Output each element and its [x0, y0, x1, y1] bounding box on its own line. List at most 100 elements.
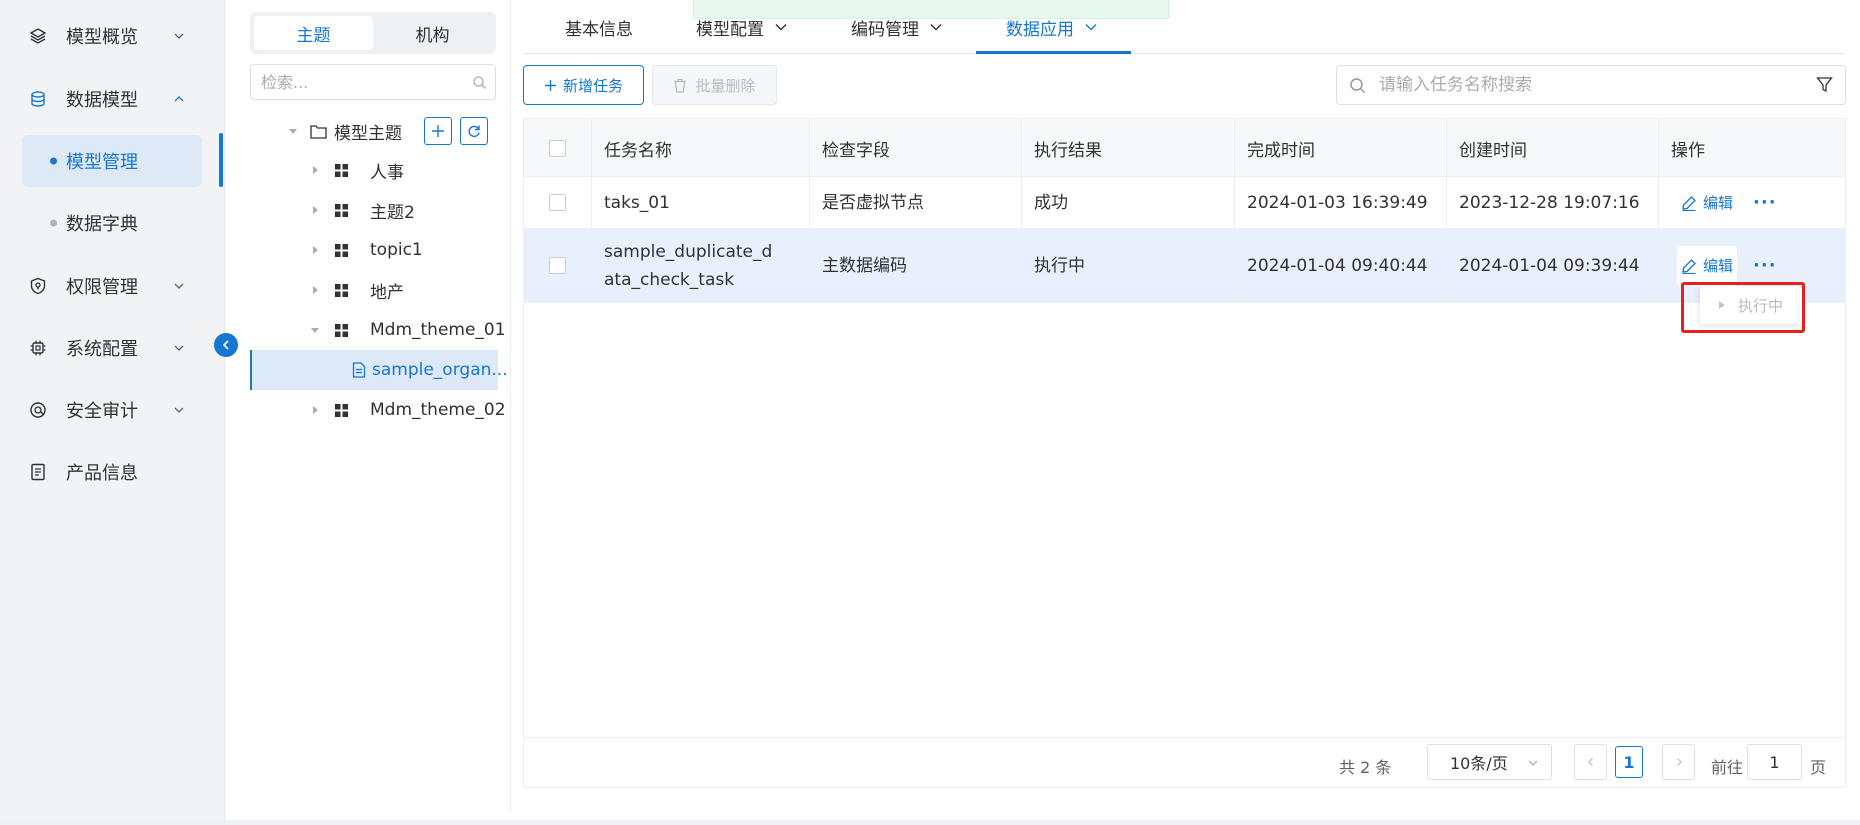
filter-icon[interactable] [1816, 76, 1833, 93]
database-icon [28, 89, 48, 109]
tree-node-label: 地产 [370, 282, 404, 303]
table-header-cell: 任务名称 [592, 119, 810, 177]
edit-label: 编辑 [1703, 256, 1734, 275]
add-task-button[interactable]: 新增任务 [523, 65, 644, 105]
tree-node[interactable]: Mdm_theme_02 [250, 390, 506, 430]
table-header-cell: 执行结果 [1022, 119, 1235, 177]
cell-check-field: 是否虚拟节点 [810, 177, 1022, 228]
sidebar-collapse-button[interactable] [214, 333, 238, 357]
next-page-button[interactable] [1662, 744, 1695, 780]
batch-delete-button[interactable]: 批量删除 [652, 65, 777, 105]
tab-code-management[interactable]: 编码管理 [851, 0, 943, 54]
add-task-label: 新增任务 [562, 76, 623, 95]
nav-item-label: 权限管理 [66, 277, 138, 298]
tree-node[interactable]: 人事 [250, 150, 498, 190]
tab-label: 基本信息 [565, 19, 633, 40]
edit-label: 编辑 [1703, 193, 1734, 212]
grid-icon [335, 283, 348, 297]
page-size-select[interactable]: 10条/页 [1427, 744, 1552, 780]
shield-icon [28, 276, 48, 296]
app-window: 模型概览 数据模型 模型管理 数据字典 权限管理 系统配置 安全审计 产品信息 … [0, 0, 1860, 825]
tab-data-application[interactable]: 数据应用 [1006, 0, 1098, 54]
nav-item-security-audit[interactable]: 安全审计 [0, 382, 225, 438]
cell-task-name: taks_01 [592, 177, 810, 228]
chip-icon [28, 338, 48, 358]
page-size-value: 10条/页 [1450, 754, 1508, 773]
page-number-current[interactable]: 1 [1615, 746, 1643, 778]
edit-button[interactable]: 编辑 [1677, 183, 1737, 223]
caret-right-icon[interactable] [310, 165, 320, 175]
chevron-down-icon [174, 345, 184, 351]
tab-bar: 基本信息 模型配置 编码管理 数据应用 [523, 0, 1845, 54]
plus-icon [432, 125, 444, 137]
tree-node-selected[interactable]: sample_organ... [250, 350, 508, 390]
nav-item-label: 安全审计 [66, 401, 138, 422]
segment-theme[interactable]: 主题 [254, 16, 373, 50]
tab-active-indicator [976, 51, 1131, 54]
nav-item-system-config[interactable]: 系统配置 [0, 320, 225, 376]
more-actions-popup-item[interactable]: 执行中 [1700, 286, 1802, 324]
tree-node-label: topic1 [370, 240, 423, 260]
nav-item-data-model[interactable]: 数据模型 [0, 71, 225, 127]
tree-panel: 主题 机构 模型主题 人事 主题2 [226, 0, 511, 825]
table-row: taks_01 是否虚拟节点 成功 2024-01-03 16:39:49 20… [524, 177, 1845, 229]
bullet-dot [50, 157, 57, 165]
edit-icon [1682, 258, 1696, 274]
nav-item-label: 模型概览 [66, 27, 138, 48]
layers-icon [28, 26, 48, 46]
goto-label: 前往 [1711, 758, 1744, 777]
caret-right-icon[interactable] [310, 405, 320, 415]
tab-label: 编码管理 [851, 19, 919, 40]
batch-delete-label: 批量删除 [695, 76, 756, 95]
tree-refresh-button[interactable] [460, 117, 488, 145]
nav-item-model-overview[interactable]: 模型概览 [0, 8, 225, 64]
tree-node[interactable]: topic1 [250, 230, 498, 270]
nav-item-permissions[interactable]: 权限管理 [0, 258, 225, 314]
caret-right-icon[interactable] [310, 245, 320, 255]
tree-search-input[interactable] [261, 72, 471, 92]
tree-segment-switch: 主题 机构 [250, 12, 496, 54]
grid-icon [335, 243, 348, 257]
goto-page-input[interactable] [1747, 744, 1802, 780]
pagination-bar: 共 2 条 10条/页 1 前往 页 [524, 737, 1845, 787]
nav-item-label: 数据模型 [66, 90, 138, 111]
row-checkbox[interactable] [549, 257, 566, 274]
tab-label: 数据应用 [1006, 19, 1074, 40]
document-icon [28, 462, 48, 482]
caret-down-icon[interactable] [310, 325, 320, 335]
nav-sub-data-dictionary[interactable]: 数据字典 [22, 197, 202, 249]
row-checkbox[interactable] [549, 194, 566, 211]
popup-item-label: 执行中 [1738, 296, 1784, 315]
tree-node-label: 主题2 [370, 202, 415, 223]
plus-icon [544, 79, 556, 91]
task-table: 任务名称 检查字段 执行结果 完成时间 创建时间 操作 taks_01 是否虚拟… [523, 118, 1846, 788]
edit-button[interactable]: 编辑 [1677, 245, 1738, 286]
prev-page-button[interactable] [1574, 744, 1607, 780]
task-search-input[interactable] [1379, 75, 1799, 95]
tree-node[interactable]: 主题2 [250, 190, 498, 230]
task-search-box [1336, 65, 1846, 105]
tree-node-label: 人事 [370, 162, 404, 183]
tab-label: 模型配置 [696, 19, 764, 40]
cell-finished-time: 2024-01-04 09:40:44 [1235, 229, 1447, 302]
nav-sub-model-management[interactable]: 模型管理 [22, 135, 202, 187]
nav-item-product-info[interactable]: 产品信息 [0, 444, 225, 500]
more-actions-button[interactable]: ··· [1753, 252, 1777, 280]
caret-right-icon[interactable] [310, 205, 320, 215]
bullet-dot [50, 219, 57, 227]
tree-node[interactable]: Mdm_theme_01 [250, 310, 506, 350]
tree-node[interactable]: 地产 [250, 270, 498, 310]
select-all-checkbox[interactable] [549, 139, 566, 157]
table-header-cell: 操作 [1671, 140, 1705, 161]
sidebar-nav: 模型概览 数据模型 模型管理 数据字典 权限管理 系统配置 安全审计 产品信息 [0, 0, 225, 825]
more-actions-button[interactable]: ··· [1753, 189, 1777, 217]
tab-model-config[interactable]: 模型配置 [696, 0, 788, 54]
cell-task-name: sample_duplicate_data_check_task [592, 229, 810, 302]
caret-right-icon[interactable] [310, 285, 320, 295]
active-indicator [219, 133, 223, 187]
tree-add-button[interactable] [424, 117, 452, 145]
row-select-cell [524, 177, 592, 228]
segment-organization[interactable]: 机构 [373, 16, 492, 50]
caret-down-icon[interactable] [288, 126, 298, 136]
tab-basic-info[interactable]: 基本信息 [565, 0, 633, 54]
